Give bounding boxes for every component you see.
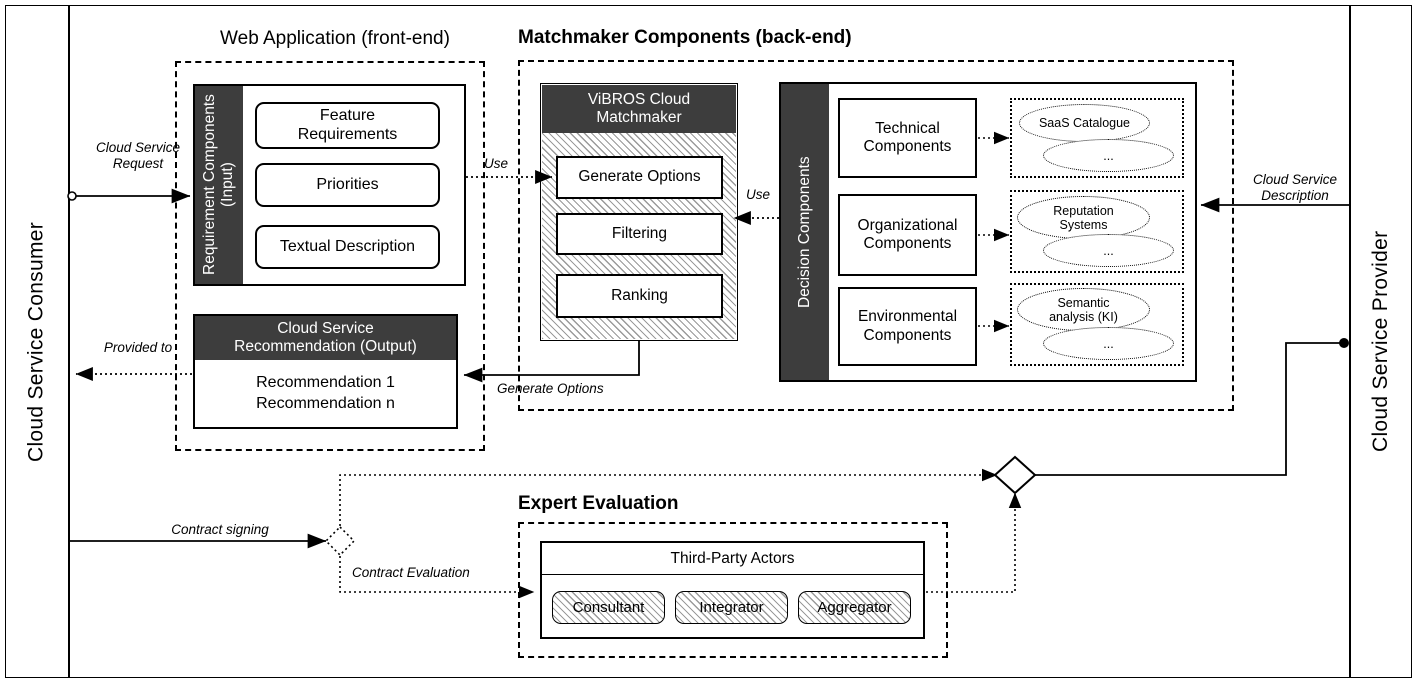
recommendation-output-items: Recommendation 1 Recommendation n — [256, 373, 395, 412]
edge-label-contract-evaluation: Contract Evaluation — [352, 565, 470, 580]
decision-components-label: Decision Components — [781, 84, 829, 380]
edge-label-contract-signing: Contract signing — [171, 522, 269, 537]
matchmaker-step-generate-options[interactable]: Generate Options — [556, 156, 723, 199]
decision-source-saas-catalogue[interactable]: SaaS Catalogue — [1019, 104, 1150, 142]
decision-source-more-organizational[interactable]: ... — [1043, 234, 1174, 267]
actor-aggregator[interactable]: Aggregator — [798, 591, 911, 624]
requirement-components-label: Requirement Components (Input) — [195, 86, 243, 284]
edge-label-cloud-service-request: Cloud Service Request — [95, 140, 181, 172]
edge-label-use-left: Use — [483, 156, 508, 171]
edge-label-generate-options: Generate Options — [497, 381, 604, 396]
decision-source-more-environmental[interactable]: ... — [1043, 327, 1174, 360]
region-title-expert-evaluation: Expert Evaluation — [518, 493, 679, 514]
edge-label-provided-to: Provided to — [103, 340, 173, 355]
input-item-feature-requirements[interactable]: Feature Requirements — [255, 102, 440, 149]
lane-label-provider: Cloud Service Provider — [1369, 230, 1392, 453]
region-title-matchmaker: Matchmaker Components (back-end) — [518, 27, 852, 48]
decision-source-semantic-analysis[interactable]: Semantic analysis (KI) — [1017, 288, 1150, 331]
lane-label-consumer: Cloud Service Consumer — [24, 221, 48, 462]
actor-consultant[interactable]: Consultant — [552, 591, 665, 624]
third-party-actors-header: Third-Party Actors — [542, 543, 923, 575]
diagram-canvas: Cloud Service Consumer Cloud Service Pro… — [0, 0, 1417, 683]
edge-label-use-right: Use — [745, 187, 770, 202]
swimlane-divider-left — [68, 5, 70, 678]
decision-row-technical-components[interactable]: Technical Components — [838, 98, 977, 178]
decision-source-more-technical[interactable]: ... — [1043, 139, 1174, 172]
decision-row-organizational-components[interactable]: Organizational Components — [838, 194, 977, 276]
matchmaker-step-ranking[interactable]: Ranking — [556, 274, 723, 318]
decision-row-environmental-components[interactable]: Environmental Components — [838, 287, 977, 366]
actor-integrator[interactable]: Integrator — [675, 591, 788, 624]
decision-source-reputation-systems[interactable]: Reputation Systems — [1017, 196, 1150, 239]
input-item-priorities[interactable]: Priorities — [255, 163, 440, 207]
matchmaker-step-filtering[interactable]: Filtering — [556, 213, 723, 255]
region-title-web-application: Web Application (front-end) — [220, 28, 450, 49]
edge-label-cloud-service-description: Cloud Service Description — [1252, 172, 1338, 204]
vibros-matchmaker-header: ViBROS Cloud Matchmaker — [541, 84, 737, 133]
recommendation-output-header: Cloud Service Recommendation (Output) — [195, 316, 456, 360]
input-item-textual-description[interactable]: Textual Description — [255, 225, 440, 269]
